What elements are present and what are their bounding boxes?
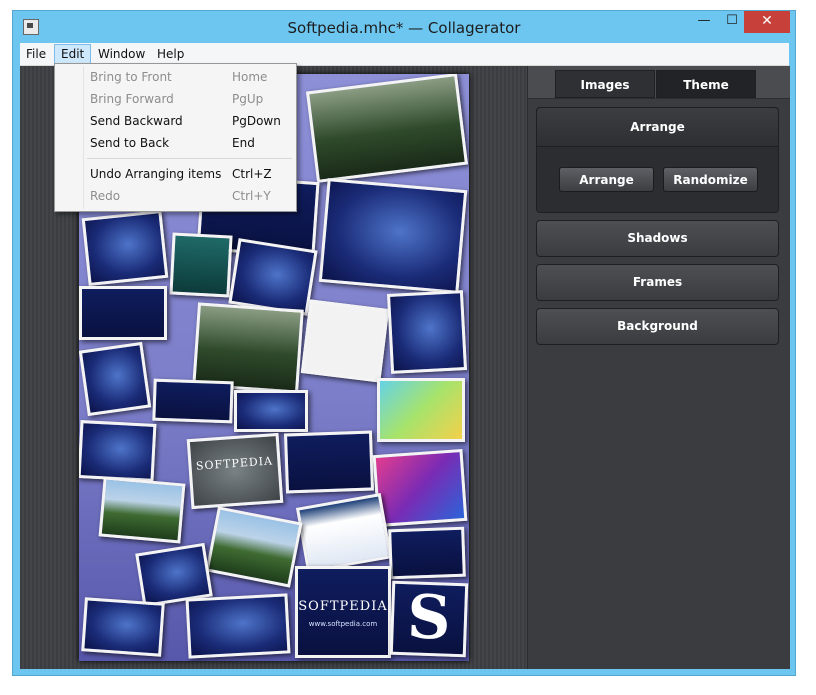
menu-item-label: Send Backward — [90, 114, 183, 128]
collage-photo[interactable] — [81, 597, 165, 657]
menu-item-shortcut: PgUp — [232, 92, 264, 106]
collage-photo[interactable] — [79, 286, 167, 340]
softpedia-s-logo: S — [406, 582, 452, 654]
menu-help[interactable]: Help — [151, 45, 190, 63]
menu-item-bring-to-front[interactable]: Bring to Front Home — [55, 66, 296, 88]
collage-photo[interactable] — [228, 238, 318, 316]
shadows-section[interactable]: Shadows — [536, 220, 779, 257]
window-title: Softpedia.mhc* — Collagerator — [287, 19, 521, 37]
edit-menu-dropdown: Bring to Front Home Bring Forward PgUp S… — [54, 63, 297, 212]
softpedia-logo-text: SOFTPEDIA — [298, 599, 388, 614]
collage-photo[interactable] — [318, 178, 468, 294]
menu-item-label: Bring Forward — [90, 92, 174, 106]
menu-item-shortcut: End — [232, 136, 255, 150]
arrange-button[interactable]: Arrange — [559, 167, 654, 192]
collage-photo[interactable]: SOFTPEDIA — [186, 432, 284, 510]
menu-item-label: Bring to Front — [90, 70, 172, 84]
menu-item-send-to-back[interactable]: Send to Back End — [55, 132, 296, 154]
collage-photo[interactable] — [305, 74, 469, 183]
menu-item-undo[interactable]: Undo Arranging items Ctrl+Z — [55, 163, 296, 185]
menu-window[interactable]: Window — [92, 45, 151, 63]
menu-item-shortcut: Ctrl+Y — [232, 189, 271, 203]
arrange-section: Arrange Arrange Randomize — [536, 107, 779, 213]
menu-edit[interactable]: Edit — [54, 44, 92, 64]
title-bar[interactable]: Softpedia.mhc* — Collagerator — ☐ ✕ — [13, 11, 795, 43]
panel-tabs: Images Theme — [528, 66, 790, 99]
collage-photo[interactable] — [300, 299, 390, 383]
randomize-button[interactable]: Randomize — [663, 167, 758, 192]
softpedia-url-text: www.softpedia.com — [308, 620, 378, 628]
frames-section[interactable]: Frames — [536, 264, 779, 301]
collage-photo[interactable] — [388, 526, 466, 580]
collage-photo[interactable] — [234, 390, 308, 432]
softpedia-caption: SOFTPEDIA — [195, 454, 274, 473]
collage-photo[interactable] — [169, 232, 233, 298]
minimize-button[interactable]: — — [690, 11, 718, 33]
arrange-section-header[interactable]: Arrange — [537, 108, 778, 147]
maximize-button[interactable]: ☐ — [718, 11, 746, 33]
collage-photo[interactable] — [79, 341, 152, 417]
menu-item-shortcut: PgDown — [232, 114, 281, 128]
menu-file[interactable]: File — [20, 45, 52, 63]
menu-item-label: Redo — [90, 189, 121, 203]
collage-photo[interactable] — [185, 593, 291, 659]
collage-photo[interactable] — [372, 448, 468, 528]
tab-images[interactable]: Images — [555, 70, 655, 98]
collage-photo[interactable] — [283, 430, 375, 494]
collage-photo[interactable] — [79, 420, 157, 482]
collage-photo[interactable]: SOFTPEDIA www.softpedia.com — [295, 566, 391, 658]
theme-panel: Images Theme Arrange Arrange Randomize S… — [527, 66, 790, 669]
collage-photo[interactable] — [205, 506, 303, 588]
background-section[interactable]: Background — [536, 308, 779, 345]
menu-item-shortcut: Home — [232, 70, 268, 84]
tab-theme[interactable]: Theme — [656, 70, 756, 98]
menu-item-bring-forward[interactable]: Bring Forward PgUp — [55, 88, 296, 110]
collage-photo[interactable] — [152, 378, 234, 424]
menu-item-label: Undo Arranging items — [90, 167, 222, 181]
menu-item-label: Send to Back — [90, 136, 170, 150]
collage-photo[interactable] — [377, 378, 465, 442]
collage-photo[interactable] — [98, 476, 186, 544]
collage-photo[interactable] — [81, 210, 169, 286]
collage-photo[interactable] — [295, 493, 393, 573]
menu-item-shortcut: Ctrl+Z — [232, 167, 272, 181]
menu-item-redo[interactable]: Redo Ctrl+Y — [55, 185, 296, 207]
collage-photo[interactable]: S — [389, 580, 469, 658]
collage-photo[interactable] — [386, 290, 468, 374]
close-button[interactable]: ✕ — [744, 11, 790, 33]
menu-separator — [87, 158, 292, 159]
menu-item-send-backward[interactable]: Send Backward PgDown — [55, 110, 296, 132]
